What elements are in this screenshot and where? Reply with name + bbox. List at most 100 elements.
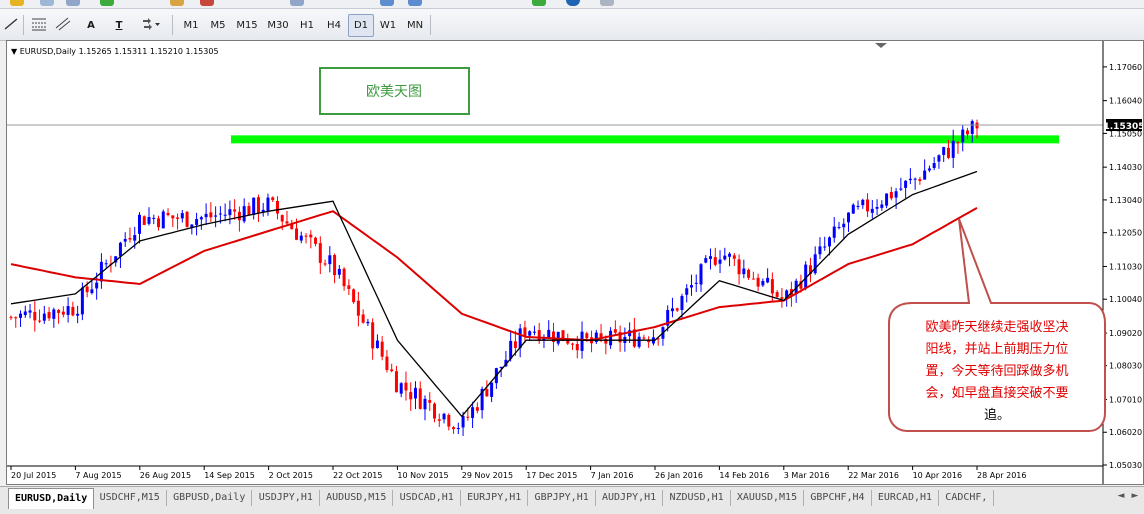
candle-body [675, 308, 679, 311]
chart-bars-icon[interactable] [290, 0, 304, 6]
chart-tab[interactable]: USDCHF,M15 [94, 490, 167, 506]
candle-body [180, 213, 184, 219]
timeframe-d1-button[interactable]: D1 [348, 14, 374, 37]
timeframe-m30-button[interactable]: M30 [263, 14, 293, 37]
candle-body [956, 142, 960, 144]
timeframe-h4-button[interactable]: H4 [321, 14, 347, 37]
callout-line: 阳线，并站上前期压力位 [925, 341, 1068, 357]
timeframe-mn-button[interactable]: MN [402, 14, 428, 37]
candle-body [342, 268, 346, 287]
timeframe-m5-button[interactable]: M5 [205, 14, 231, 37]
chart-tab[interactable]: AUDJPY,H1 [596, 490, 664, 506]
open-icon[interactable] [170, 0, 184, 6]
channel-icon[interactable] [54, 16, 72, 32]
zoom-icon[interactable] [66, 0, 80, 6]
tabs-scroll-right-icon[interactable]: ► [1128, 489, 1142, 503]
candle-body [885, 193, 889, 206]
candle-body [742, 268, 746, 275]
chart-tab[interactable]: GBPUSD,Daily [167, 490, 253, 506]
candlestick-chart[interactable]: 1.170601.160401.150501.140301.130401.120… [7, 41, 1143, 484]
candle-body [585, 333, 589, 339]
candle-body [728, 253, 732, 257]
timeframe-w1-button[interactable]: W1 [375, 14, 401, 37]
date-tick-label: 10 Apr 2016 [913, 471, 962, 480]
price-tick-label: 1.16040 [1109, 97, 1142, 106]
candle-body [318, 243, 322, 263]
chart-tab[interactable]: EURJPY,H1 [461, 490, 529, 506]
candle-body [404, 382, 408, 391]
candle-body [90, 289, 94, 294]
candle-body [747, 269, 751, 278]
properties-icon[interactable] [40, 0, 54, 6]
chart-window[interactable]: 1.17060 1.16040 1.15050 1.14030 1.13040 1.120… [6, 40, 1144, 485]
candle-body [71, 306, 75, 316]
candle-body [9, 316, 13, 318]
chart-tab[interactable]: CADCHF, [939, 490, 995, 506]
star-icon[interactable] [10, 0, 24, 6]
candle-body [176, 217, 180, 219]
candle-body [813, 254, 817, 274]
date-tick-label: 10 Nov 2015 [397, 471, 448, 480]
shift-marker-icon[interactable] [875, 43, 887, 48]
candle-body [770, 279, 774, 294]
date-tick-label: 2 Oct 2015 [269, 471, 313, 480]
candle-body [366, 321, 370, 324]
autotrading-icon[interactable] [200, 0, 214, 6]
candle-body [937, 155, 941, 162]
tabs-scroll-left-icon[interactable]: ◄ [1114, 489, 1128, 503]
candle-body [166, 212, 170, 216]
chart-tab[interactable]: USDCAD,H1 [394, 490, 461, 506]
text-tool-button[interactable]: A [80, 14, 102, 37]
arrows-dropdown-icon[interactable] [140, 16, 162, 32]
new-order-icon[interactable] [100, 0, 114, 6]
chart-tab[interactable]: GBPCHF,H4 [804, 490, 872, 506]
toolbar-divider [23, 15, 24, 35]
candle-body [442, 413, 446, 420]
refresh-icon[interactable] [566, 0, 580, 6]
candle-body [14, 317, 18, 319]
date-tick-label: 26 Jan 2016 [655, 471, 703, 480]
candle-body [256, 197, 260, 214]
fibonacci-icon[interactable] [30, 16, 48, 32]
candle-body [171, 215, 175, 219]
timeframe-m15-button[interactable]: M15 [232, 14, 262, 37]
candle-body [423, 398, 427, 410]
candle-body [266, 197, 270, 211]
chart-tab[interactable]: EURCAD,H1 [872, 490, 940, 506]
candle-body [704, 258, 708, 263]
chart-tab[interactable]: GBPJPY,H1 [529, 490, 596, 506]
timeframe-m1-button[interactable]: M1 [178, 14, 204, 37]
candle-body [275, 200, 279, 214]
candle-body [471, 407, 475, 418]
candle-body [680, 296, 684, 310]
text-label-tool-button[interactable]: T [108, 14, 130, 37]
candle-body [295, 228, 299, 240]
candle-body [528, 331, 532, 336]
add-icon[interactable] [532, 0, 546, 6]
candle-body [709, 256, 713, 259]
chart-tab[interactable]: AUDUSD,M15 [320, 490, 394, 506]
candle-body [128, 238, 132, 240]
screenshot-icon[interactable] [600, 0, 614, 6]
candle-body [889, 191, 893, 199]
candle-body [218, 213, 222, 215]
candle-body [547, 329, 551, 338]
chart-tab[interactable]: NZDUSD,H1 [663, 490, 731, 506]
candle-body [861, 199, 865, 206]
chart-tab[interactable]: EURUSD,Daily [8, 488, 95, 509]
candle-body [780, 297, 784, 299]
candle-body [856, 205, 860, 207]
zoom-out-icon[interactable] [408, 0, 422, 6]
date-tick-label: 28 Apr 2016 [977, 471, 1026, 480]
candle-body [737, 259, 741, 275]
chart-tab[interactable]: XAUUSD,M15 [731, 490, 805, 506]
candle-body [285, 221, 289, 224]
date-axis: 20 Jul 2015 7 Aug 2015 26 Aug 2015 14 Sep 2… [10, 466, 1026, 480]
candle-body [80, 287, 84, 315]
chart-tab[interactable]: USDJPY,H1 [253, 490, 320, 506]
zoom-in-icon[interactable] [380, 0, 394, 6]
line-tool-icon[interactable] [2, 16, 20, 32]
timeframe-h1-button[interactable]: H1 [294, 14, 320, 37]
candle-body [566, 340, 570, 344]
candle-body [713, 257, 717, 265]
